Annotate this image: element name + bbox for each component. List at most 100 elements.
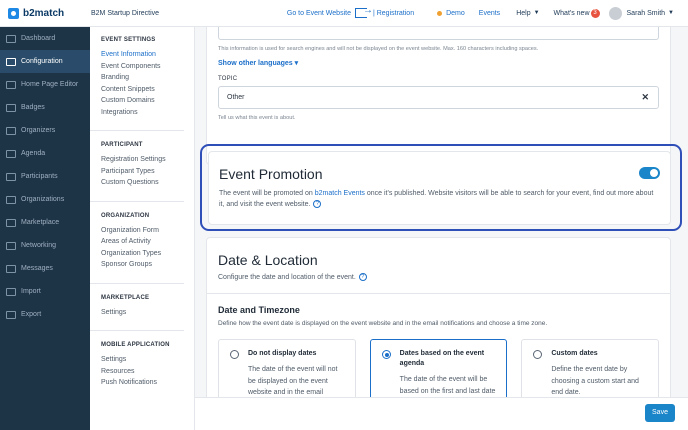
submenu-resources[interactable]: Resources bbox=[101, 366, 194, 378]
registration-link[interactable]: | Registration bbox=[373, 10, 414, 17]
participants-icon bbox=[6, 172, 16, 181]
messages-icon bbox=[6, 264, 16, 273]
submenu-marketplace-settings[interactable]: Settings bbox=[101, 307, 194, 319]
chevron-down-icon: ▼ bbox=[668, 10, 674, 16]
organization-section: ORGANIZATION Organization Form Areas of … bbox=[101, 213, 194, 271]
sidebar-item-label: Messages bbox=[21, 265, 53, 272]
submenu-registration-settings[interactable]: Registration Settings bbox=[101, 154, 194, 166]
submenu-content-snippets[interactable]: Content Snippets bbox=[101, 84, 194, 96]
demo-status-dot bbox=[437, 10, 443, 16]
sidebar-item-label: Import bbox=[21, 288, 41, 295]
sidebar-item-agenda[interactable]: Agenda bbox=[0, 142, 90, 165]
submenu-custom-questions[interactable]: Custom Questions bbox=[101, 177, 194, 189]
b2match-logo-icon bbox=[8, 7, 19, 19]
main-content: This information is used for search engi… bbox=[195, 27, 688, 430]
submenu-organization-types[interactable]: Organization Types bbox=[101, 248, 194, 260]
sidebar-item-label: Badges bbox=[21, 104, 45, 111]
submenu-areas-of-activity[interactable]: Areas of Activity bbox=[101, 236, 194, 248]
section-title: MOBILE APPLICATION bbox=[101, 342, 170, 348]
submenu-organization-form[interactable]: Organization Form bbox=[101, 225, 194, 237]
submenu-branding[interactable]: Branding bbox=[101, 72, 194, 84]
divider bbox=[90, 200, 184, 202]
clear-icon[interactable]: ✕ bbox=[641, 92, 649, 103]
event-promotion-toggle[interactable] bbox=[639, 167, 660, 179]
sidebar-item-home-page-editor[interactable]: Home Page Editor bbox=[0, 73, 90, 96]
option-header: Dates based on the event agenda bbox=[381, 349, 499, 369]
option-label: Dates based on the event agenda bbox=[399, 350, 485, 367]
goto-event-website-link[interactable]: Go to Event Website bbox=[287, 10, 351, 17]
submenu-participant-types[interactable]: Participant Types bbox=[101, 166, 194, 178]
option-description: The date of the event will not be displa… bbox=[248, 366, 338, 396]
sidebar-item-organizers[interactable]: Organizers bbox=[0, 119, 90, 142]
submenu-custom-domains[interactable]: Custom Domains bbox=[101, 95, 194, 107]
events-link[interactable]: Events bbox=[479, 10, 500, 17]
sidebar-item-label: Networking bbox=[21, 242, 57, 249]
enter-icon bbox=[354, 5, 373, 18]
marketplace-section: MARKETPLACE Settings bbox=[101, 295, 194, 319]
sidebar-item-label: Dashboard bbox=[21, 35, 56, 42]
topic-select[interactable]: Other ✕ bbox=[218, 86, 659, 109]
participant-section: PARTICIPANT Registration Settings Partic… bbox=[101, 142, 194, 189]
marketplace-icon bbox=[6, 218, 16, 227]
radio-button[interactable] bbox=[381, 350, 391, 359]
editor-icon bbox=[6, 80, 16, 89]
submenu-mobile-settings[interactable]: Settings bbox=[101, 354, 194, 366]
import-icon bbox=[6, 287, 16, 296]
help-icon[interactable]: ? bbox=[313, 200, 322, 209]
sidebar-item-label: Marketplace bbox=[21, 219, 60, 226]
submenu-integrations[interactable]: Integrations bbox=[101, 107, 194, 119]
submenu-sponsor-groups[interactable]: Sponsor Groups bbox=[101, 259, 194, 271]
user-menu[interactable]: Sarah Smith ▼ bbox=[627, 10, 674, 17]
submenu-event-information[interactable]: Event Information bbox=[101, 49, 194, 61]
sidebar-item-dashboard[interactable]: Dashboard bbox=[0, 27, 90, 50]
sidebar-item-label: Agenda bbox=[21, 150, 46, 157]
sidebar-item-configuration[interactable]: Configuration bbox=[0, 50, 90, 73]
sidebar-item-export[interactable]: Export bbox=[0, 303, 90, 326]
divider bbox=[90, 282, 184, 284]
sidebar-item-organizations[interactable]: Organizations bbox=[0, 188, 90, 211]
sidebar-item-marketplace[interactable]: Marketplace bbox=[0, 211, 90, 234]
b2match-events-link[interactable]: b2match Events bbox=[315, 190, 365, 197]
sidebar-item-messages[interactable]: Messages bbox=[0, 257, 90, 280]
organizers-icon bbox=[6, 126, 16, 135]
sidebar: Dashboard Configuration Home Page Editor… bbox=[0, 27, 90, 430]
sidebar-item-label: Organizations bbox=[21, 196, 65, 203]
sidebar-item-participants[interactable]: Participants bbox=[0, 165, 90, 188]
sidebar-item-import[interactable]: Import bbox=[0, 280, 90, 303]
promotion-text-before: The event will be promoted on bbox=[219, 190, 315, 197]
avatar[interactable] bbox=[608, 6, 622, 20]
chevron-down-icon: ▼ bbox=[533, 10, 540, 16]
section-title: EVENT SETTINGS bbox=[101, 37, 156, 43]
submenu-push-notifications[interactable]: Push Notifications bbox=[101, 377, 194, 389]
radio-button[interactable] bbox=[533, 350, 543, 359]
submenu-event-components[interactable]: Event Components bbox=[101, 61, 194, 73]
logo[interactable]: b2match bbox=[0, 7, 90, 19]
dashboard-icon bbox=[6, 34, 16, 43]
help-icon[interactable]: ? bbox=[358, 273, 367, 281]
footer-bar: Save bbox=[195, 397, 688, 430]
save-button[interactable]: Save bbox=[645, 404, 675, 422]
option-description: The date of the event will be based on t… bbox=[399, 376, 496, 395]
sidebar-item-label: Organizers bbox=[21, 127, 56, 134]
show-other-languages-link[interactable]: Show other languages ▾ bbox=[218, 59, 659, 67]
sidebar-item-badges[interactable]: Badges bbox=[0, 96, 90, 119]
topic-value: Other bbox=[227, 94, 245, 101]
help-menu[interactable]: Help ▼ bbox=[516, 10, 539, 17]
top-nav: Go to Event Website | Registration Demo … bbox=[287, 5, 688, 20]
divider bbox=[90, 330, 184, 331]
notification-badge: 3 bbox=[590, 8, 600, 18]
sidebar-item-networking[interactable]: Networking bbox=[0, 234, 90, 257]
seo-description-field[interactable] bbox=[218, 27, 659, 40]
radio-button[interactable] bbox=[230, 350, 239, 359]
option-header: Custom dates bbox=[533, 349, 650, 359]
whats-new-button[interactable]: What's new 3 bbox=[554, 8, 600, 18]
help-label: Help bbox=[516, 9, 531, 17]
date-timezone-subtitle: Define how the event date is displayed o… bbox=[218, 320, 548, 327]
option-header: Do not display dates bbox=[230, 349, 347, 359]
section-title: ORGANIZATION bbox=[101, 212, 150, 219]
demo-link[interactable]: Demo bbox=[446, 10, 465, 17]
mobile-application-section: MOBILE APPLICATION Settings Resources Pu… bbox=[101, 342, 194, 389]
event-name: B2M Startup Directive bbox=[91, 9, 160, 17]
export-icon bbox=[6, 310, 16, 319]
option-description: Define the event date by choosing a cust… bbox=[551, 366, 639, 396]
